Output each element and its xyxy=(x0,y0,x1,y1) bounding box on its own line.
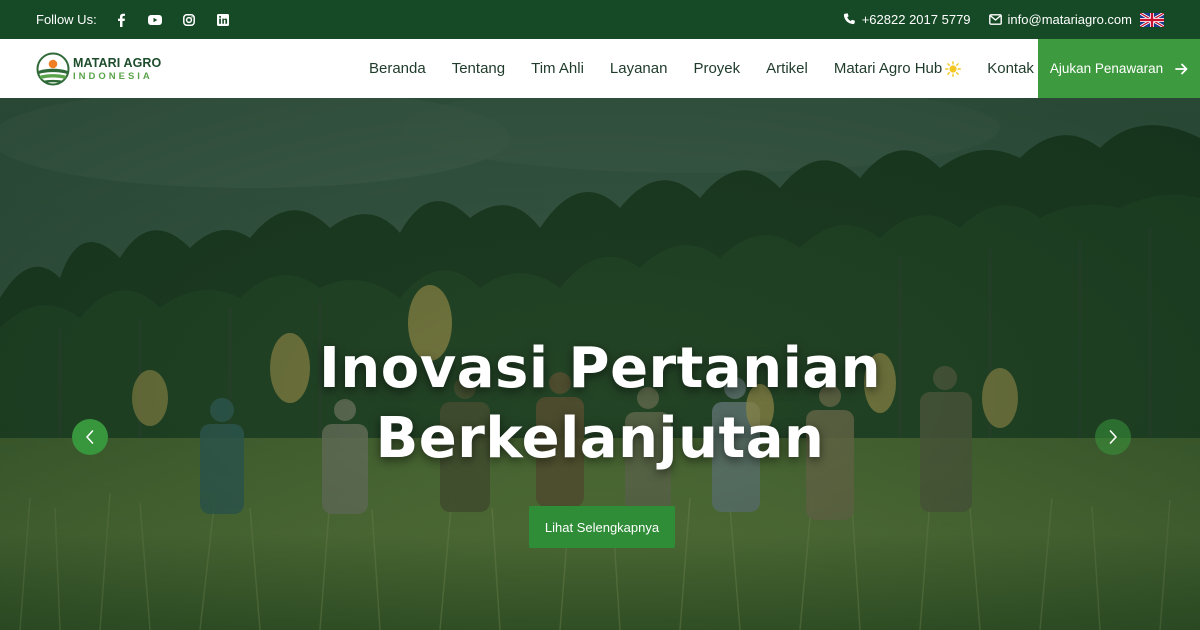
primary-nav: Beranda Tentang Tim Ahli Layanan Proyek … xyxy=(369,39,1060,98)
see-more-button[interactable]: Lihat Selengkapnya xyxy=(529,506,675,548)
follow-us-label: Follow Us: xyxy=(36,12,97,27)
facebook-icon[interactable] xyxy=(111,10,131,30)
slider-prev-button[interactable] xyxy=(72,419,108,455)
nav-item-kontak[interactable]: Kontak xyxy=(987,60,1034,77)
phone-link[interactable]: +62822 2017 5779 xyxy=(843,12,971,27)
phone-number: +62822 2017 5779 xyxy=(861,12,971,27)
email-address: info@matariagro.com xyxy=(1007,12,1132,27)
linkedin-icon[interactable] xyxy=(213,10,233,30)
slider-next-button[interactable] xyxy=(1095,419,1131,455)
request-quote-label: Ajukan Penawaran xyxy=(1049,61,1164,76)
logo-icon xyxy=(36,52,70,86)
youtube-icon[interactable] xyxy=(145,10,165,30)
top-bar: Follow Us: +62822 2017 5779 info@mataria… xyxy=(0,0,1200,39)
brand-logo[interactable]: MATARI AGRO INDONESIA xyxy=(36,52,161,86)
uk-flag-icon[interactable] xyxy=(1139,11,1165,28)
nav-item-layanan[interactable]: Layanan xyxy=(610,60,668,77)
arrow-right-icon xyxy=(1175,63,1188,74)
hero-title: Inovasi Pertanian Berkelanjutan xyxy=(0,334,1200,474)
brand-name: MATARI AGRO INDONESIA xyxy=(73,57,161,81)
social-links: Follow Us: xyxy=(36,10,247,30)
main-navbar: MATARI AGRO INDONESIA Beranda Tentang Ti… xyxy=(0,39,1200,98)
brand-name-line2: INDONESIA xyxy=(73,70,153,82)
nav-item-proyek[interactable]: Proyek xyxy=(693,60,740,77)
request-quote-button[interactable]: Ajukan Penawaran xyxy=(1038,39,1200,98)
nav-item-artikel[interactable]: Artikel xyxy=(766,60,808,77)
hero-slider: Inovasi Pertanian Berkelanjutan Lihat Se… xyxy=(0,98,1200,630)
nav-item-matari-agro-hub-label: Matari Agro Hub xyxy=(833,60,943,77)
contact-info: +62822 2017 5779 info@matariagro.com xyxy=(825,11,1165,28)
nav-item-tentang[interactable]: Tentang xyxy=(452,60,505,77)
instagram-icon[interactable] xyxy=(179,10,199,30)
envelope-icon xyxy=(988,14,1002,25)
nav-item-beranda[interactable]: Beranda xyxy=(369,60,426,77)
phone-icon xyxy=(843,13,855,25)
sun-icon xyxy=(945,60,962,77)
email-link[interactable]: info@matariagro.com xyxy=(988,12,1132,27)
chevron-right-icon xyxy=(1109,430,1117,444)
brand-name-line1: MATARI AGRO xyxy=(73,56,162,70)
hero-title-line2: Berkelanjutan xyxy=(375,406,825,471)
nav-item-matari-agro-hub[interactable]: Matari Agro Hub xyxy=(833,60,962,77)
chevron-left-icon xyxy=(86,430,94,444)
hero-title-line1: Inovasi Pertanian xyxy=(319,336,881,401)
nav-item-tim-ahli[interactable]: Tim Ahli xyxy=(531,60,584,77)
